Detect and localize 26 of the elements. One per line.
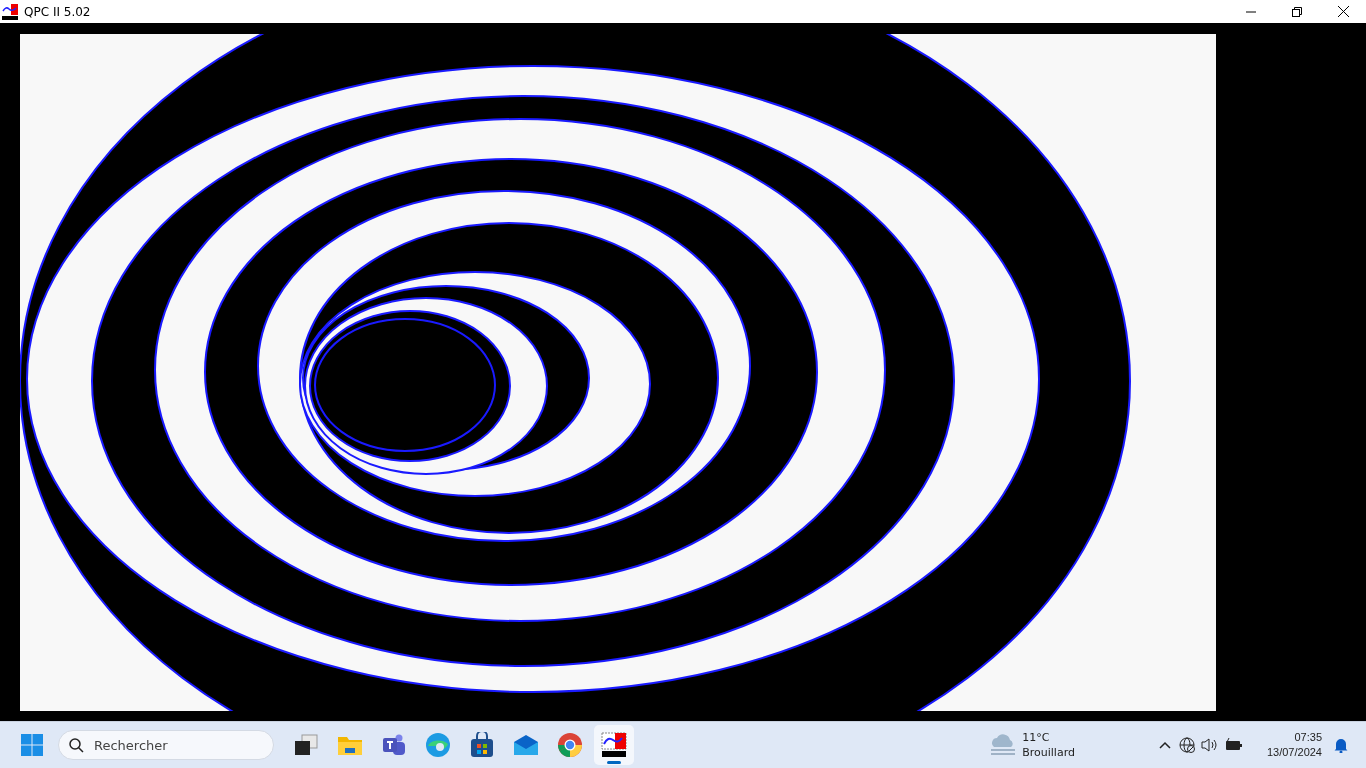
battery-icon <box>1224 738 1243 752</box>
taskbar-app-button[interactable] <box>594 725 634 765</box>
notification-bell-icon[interactable] <box>1334 737 1348 753</box>
fog-cloud-icon <box>990 734 1017 756</box>
windows-logo-icon <box>21 734 43 756</box>
chevron-up-icon <box>1158 741 1171 749</box>
app-logo-icon <box>601 732 627 758</box>
envelope-icon <box>513 734 539 756</box>
weather-widget[interactable]: 11°C Brouillard <box>990 730 1075 760</box>
speaker-icon <box>1200 737 1219 753</box>
search-input[interactable]: Rechercher <box>92 736 246 754</box>
close-icon <box>1337 6 1349 17</box>
temperature: 11°C <box>1022 730 1051 745</box>
clock-button[interactable]: 07:35 13/07/2024 <box>1260 730 1328 760</box>
search-icon <box>69 737 84 753</box>
folder-icon <box>337 734 363 756</box>
browser-ball-icon <box>557 732 583 758</box>
overlapping-windows-icon <box>294 734 318 756</box>
shopping-bag-icon <box>470 732 494 758</box>
search-bar[interactable]: Rechercher <box>58 730 274 760</box>
restore-icon <box>1292 6 1302 17</box>
window-title: QPC II 5.02 <box>24 4 92 19</box>
weather-condition: Brouillard <box>1022 745 1075 760</box>
wave-circle-icon <box>425 732 451 758</box>
globe-icon <box>1178 737 1195 753</box>
people-icon <box>381 733 407 757</box>
